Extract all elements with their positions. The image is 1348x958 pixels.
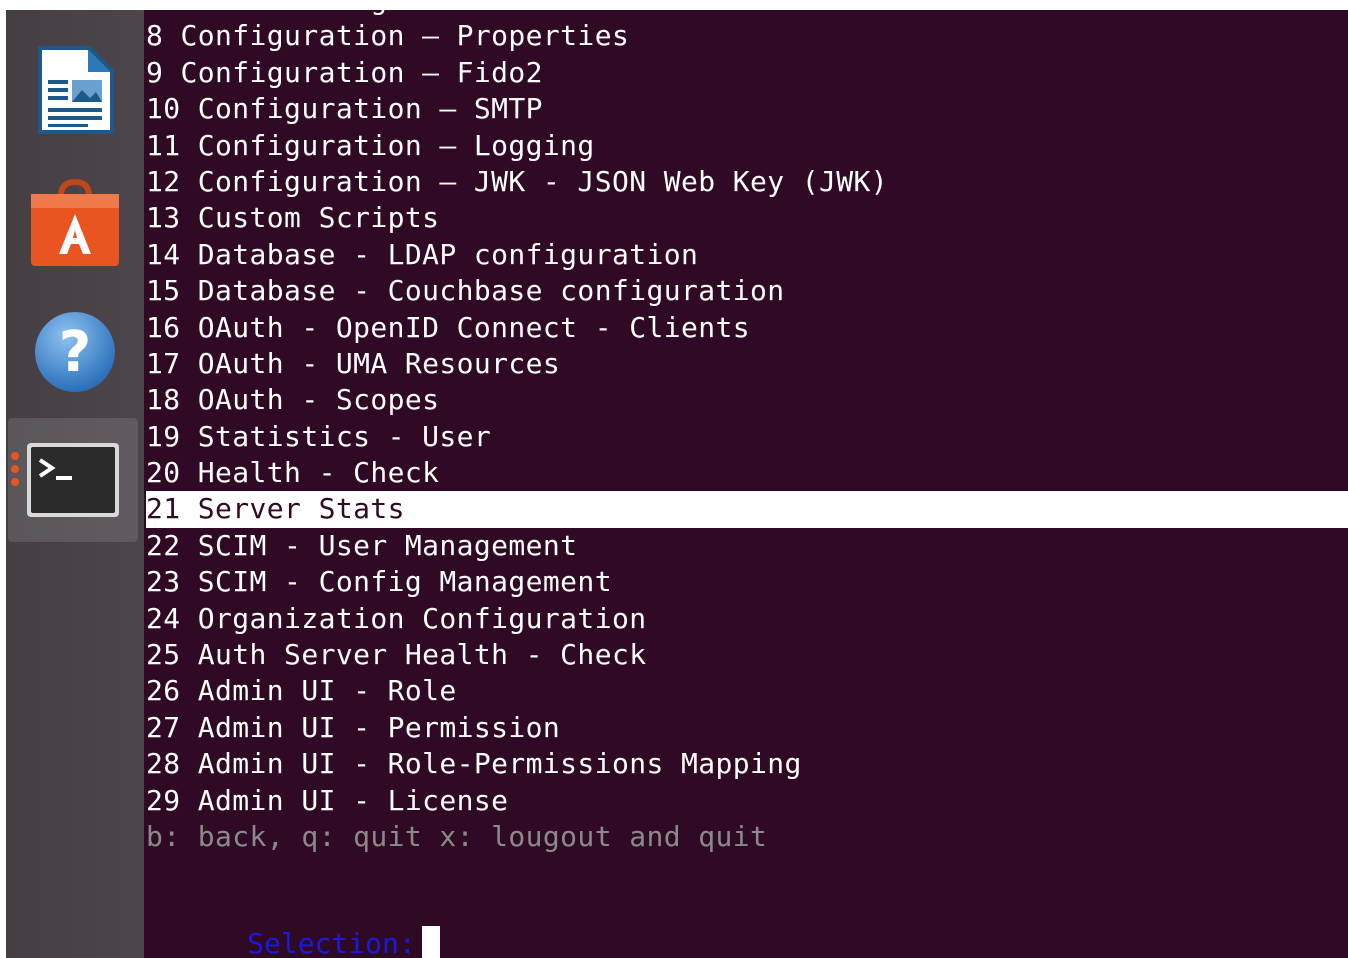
menu-item[interactable]: 20 Health - Check xyxy=(146,455,1348,491)
dock-item-help[interactable]: ? xyxy=(6,292,144,412)
menu-item[interactable]: 25 Auth Server Health - Check xyxy=(146,637,1348,673)
ubuntu-software-icon xyxy=(31,178,119,266)
running-indicator xyxy=(11,452,19,486)
menu-item[interactable]: 13 Custom Scripts xyxy=(146,200,1348,236)
menu-item[interactable]: 18 OAuth - Scopes xyxy=(146,382,1348,418)
svg-text:?: ? xyxy=(59,320,91,385)
dock-item-software[interactable] xyxy=(6,162,144,282)
menu-item[interactable]: 19 Statistics - User xyxy=(146,419,1348,455)
menu-item[interactable]: 29 Admin UI - License xyxy=(146,783,1348,819)
menu-item[interactable]: 22 SCIM - User Management xyxy=(146,528,1348,564)
menu-item-partial: 7 Cache Configuration - Native Persisten… xyxy=(146,10,1348,18)
text-cursor xyxy=(421,926,440,958)
menu-item[interactable]: 9 Configuration – Fido2 xyxy=(146,55,1348,91)
menu-item[interactable]: 12 Configuration – JWK - JSON Web Key (J… xyxy=(146,164,1348,200)
terminal-icon xyxy=(27,443,119,517)
menu-item[interactable]: 23 SCIM - Config Management xyxy=(146,564,1348,600)
terminal-window[interactable]: 7 Cache Configuration - Native Persisten… xyxy=(144,10,1348,958)
menu-item[interactable]: 10 Configuration – SMTP xyxy=(146,91,1348,127)
help-icon: ? xyxy=(35,312,115,392)
menu-item[interactable]: 28 Admin UI - Role-Permissions Mapping xyxy=(146,746,1348,782)
menu-item[interactable]: 8 Configuration – Properties xyxy=(146,18,1348,54)
key-hint: b: back, q: quit x: lougout and quit xyxy=(146,819,768,853)
menu-item[interactable]: 26 Admin UI - Role xyxy=(146,673,1348,709)
libreoffice-impress-icon xyxy=(38,46,114,134)
menu-item[interactable]: 16 OAuth - OpenID Connect - Clients xyxy=(146,310,1348,346)
menu-item[interactable]: 27 Admin UI - Permission xyxy=(146,710,1348,746)
screen: ? 7 Cache Configuration - Native Persist… xyxy=(0,0,1348,958)
menu-item[interactable]: 11 Configuration – Logging xyxy=(146,128,1348,164)
dock-item-terminal[interactable] xyxy=(8,418,138,542)
menu-list: 7 Cache Configuration - Native Persisten… xyxy=(146,10,1348,855)
dock-item-impress[interactable] xyxy=(6,30,144,150)
menu-item[interactable]: 14 Database - LDAP configuration xyxy=(146,237,1348,273)
menu-item[interactable]: 15 Database - Couchbase configuration xyxy=(146,273,1348,309)
menu-item[interactable]: 17 OAuth - UMA Resources xyxy=(146,346,1348,382)
selection-prompt[interactable]: Selection: xyxy=(146,890,440,958)
dock: ? xyxy=(6,10,144,958)
selection-label: Selection: xyxy=(247,927,416,958)
menu-item-selected[interactable]: 21 Server Stats xyxy=(146,491,1348,528)
menu-item[interactable]: 24 Organization Configuration xyxy=(146,601,1348,637)
